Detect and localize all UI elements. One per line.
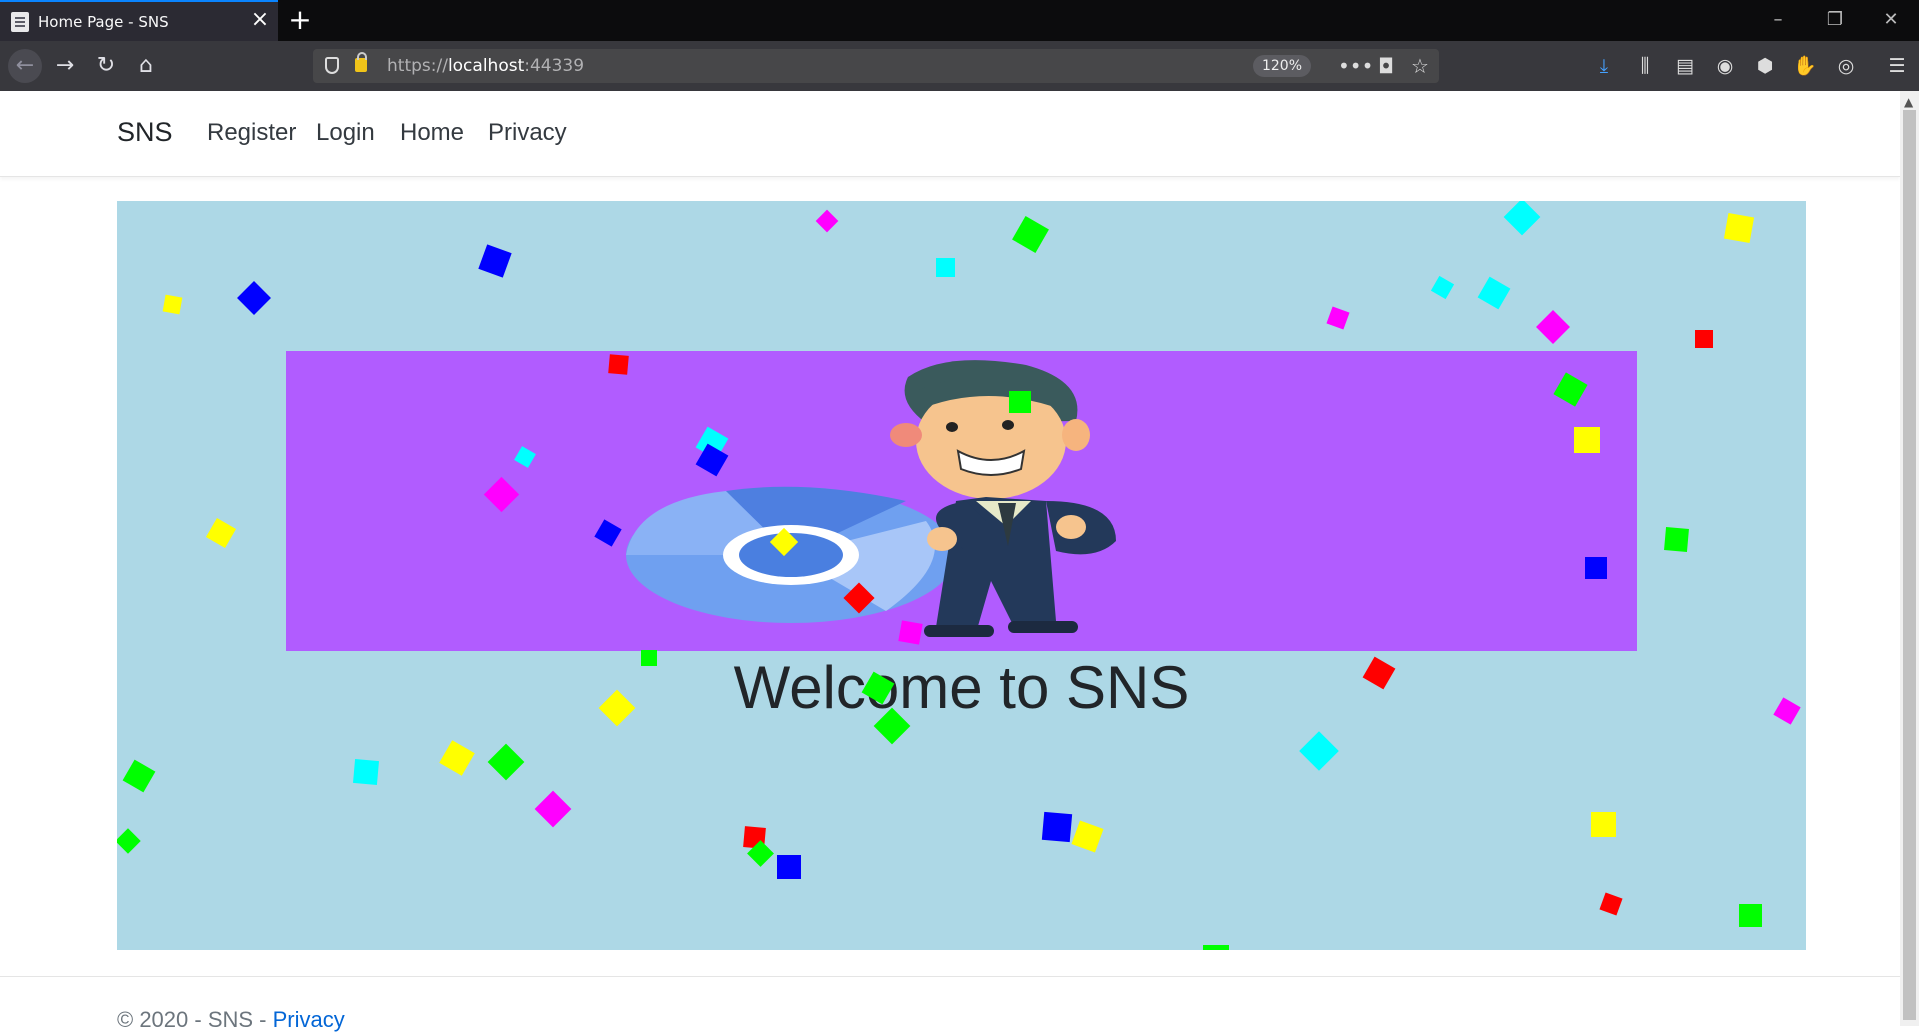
hero-banner-image (286, 351, 1637, 651)
confetti-square (1695, 330, 1713, 348)
confetti-square (1430, 275, 1455, 300)
confetti-square (1664, 527, 1689, 552)
confetti-square (1574, 427, 1600, 453)
confetti-square (1326, 306, 1350, 330)
confetti-square (1203, 945, 1229, 950)
confetti-square (439, 740, 475, 776)
confetti-square (1503, 201, 1541, 236)
close-tab-icon[interactable]: × (248, 8, 272, 32)
browser-tab-bar: Home Page - SNS × + – ❐ ✕ (0, 0, 1919, 41)
tab-title: Home Page - SNS (38, 13, 169, 31)
more-actions-icon[interactable]: ••• (1338, 53, 1373, 79)
page-icon (11, 12, 29, 32)
url-text[interactable]: https://localhost:44339 (387, 56, 584, 76)
extension-hand-icon[interactable]: ✋ (1792, 53, 1818, 79)
confetti-square (641, 650, 657, 666)
back-icon[interactable]: ← (8, 49, 42, 83)
confetti-square (1299, 731, 1339, 771)
footer-copyright: © 2020 - SNS - Privacy (117, 1007, 345, 1032)
confetti-square (898, 620, 923, 645)
confetti-square (1591, 812, 1616, 837)
adblock-icon[interactable]: ⬢ (1752, 53, 1778, 79)
nav-link-home[interactable]: Home (400, 119, 464, 147)
pocket-icon[interactable]: ◘ (1373, 53, 1399, 79)
site-navbar: SNS Register Login Home Privacy (0, 91, 1900, 177)
forward-icon[interactable]: → (48, 49, 82, 83)
browser-toolbar: ← → ↻ ⌂ https://localhost:44339 120% •••… (0, 41, 1919, 91)
confetti-square (1071, 820, 1104, 853)
confetti-square (478, 244, 512, 278)
footer-privacy-link[interactable]: Privacy (273, 1007, 345, 1032)
nav-link-login[interactable]: Login (316, 119, 375, 147)
confetti-square (162, 294, 183, 315)
minimize-icon[interactable]: – (1758, 8, 1798, 32)
confetti-square (122, 759, 156, 793)
confetti-square (205, 517, 237, 549)
confetti-square (936, 258, 955, 277)
sidebar-icon[interactable]: ▤ (1672, 53, 1698, 79)
scrollbar-thumb[interactable] (1903, 110, 1916, 1020)
confetti-square (117, 828, 141, 854)
confetti-square (1041, 811, 1073, 843)
new-tab-icon[interactable]: + (285, 5, 315, 35)
nav-link-register[interactable]: Register (207, 119, 296, 147)
close-window-icon[interactable]: ✕ (1871, 8, 1911, 32)
site-brand[interactable]: SNS (117, 117, 173, 148)
menu-icon[interactable]: ☰ (1884, 53, 1910, 79)
confetti-square (1477, 276, 1511, 310)
confetti-square (608, 354, 629, 375)
confetti-square (1012, 216, 1049, 253)
bookmark-star-icon[interactable]: ☆ (1407, 53, 1433, 79)
download-icon[interactable]: ⤓ (1591, 53, 1617, 79)
browser-tab[interactable]: Home Page - SNS × (0, 0, 278, 41)
restore-icon[interactable]: ❐ (1815, 8, 1855, 32)
zoom-level[interactable]: 120% (1253, 55, 1311, 77)
welcome-heading: Welcome to SNS (733, 654, 1190, 721)
home-icon[interactable]: ⌂ (129, 49, 163, 83)
confetti-square (534, 790, 572, 828)
confetti-square (815, 209, 839, 233)
confetti-square (352, 758, 380, 786)
confetti-square (1599, 892, 1623, 916)
confetti-square (237, 281, 271, 315)
reload-icon[interactable]: ↻ (89, 49, 123, 83)
lock-warning-icon[interactable] (355, 52, 367, 72)
extension-eyes-icon[interactable]: ◎ (1833, 53, 1859, 79)
account-icon[interactable]: ◉ (1712, 53, 1738, 79)
confetti-square (777, 855, 801, 879)
nav-link-privacy[interactable]: Privacy (488, 119, 567, 147)
confetti-square (1585, 557, 1607, 579)
confetti-square (487, 743, 525, 781)
page-footer: © 2020 - SNS - Privacy (0, 976, 1900, 1032)
library-icon[interactable]: ⫼ (1632, 53, 1658, 79)
address-bar[interactable]: https://localhost:44339 120% ••• ◘ ☆ (313, 49, 1439, 83)
confetti-square (1739, 904, 1762, 927)
confetti-square (1723, 212, 1755, 244)
hero-section: Welcome to SNS (117, 201, 1806, 950)
confetti-square (1009, 391, 1031, 413)
cartoon-illustration (626, 360, 1116, 637)
scroll-up-icon[interactable]: ▲ (1904, 95, 1913, 109)
confetti-square (1536, 310, 1570, 344)
shield-icon[interactable] (325, 57, 339, 74)
